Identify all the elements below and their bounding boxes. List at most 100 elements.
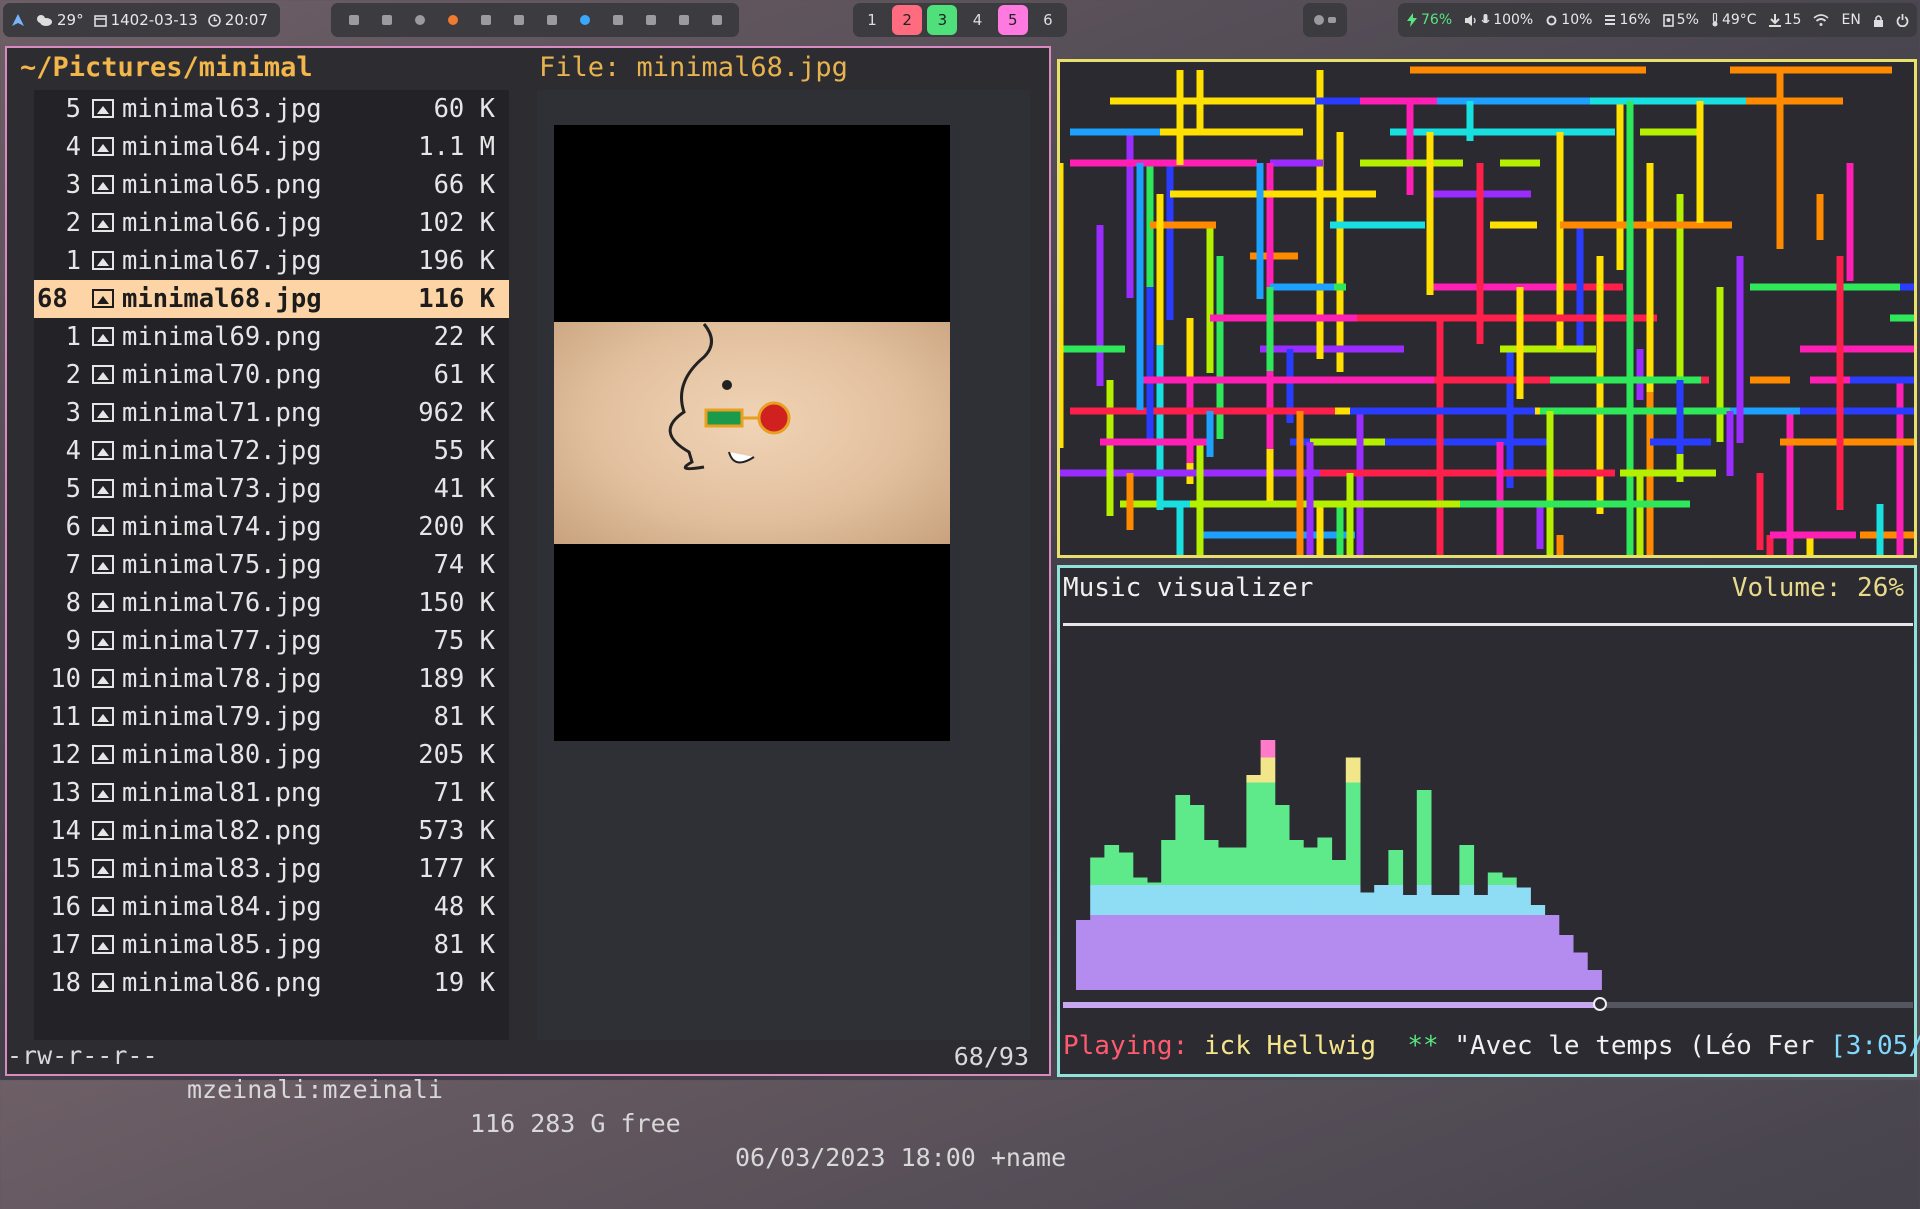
file-row[interactable]: 17 minimal85.jpg 81 K [34, 926, 509, 964]
taskbar-apps [331, 3, 739, 37]
playing-title: "Avec le temps (Léo Fer [1454, 1031, 1815, 1061]
file-size: 177 K [418, 854, 495, 884]
volume-module[interactable]: 100% [1464, 12, 1533, 28]
app-icon[interactable] [645, 15, 656, 25]
file-row[interactable]: 15 minimal83.jpg 177 K [34, 850, 509, 888]
spectrum-bar [1317, 915, 1333, 990]
spectrum-bar [1331, 915, 1347, 990]
file-row[interactable]: 4 minimal64.jpg 1.1 M [34, 128, 509, 166]
spectrum-bar [1232, 885, 1247, 915]
file-row[interactable]: 1 minimal69.png 22 K [34, 318, 509, 356]
language-indicator[interactable]: EN [1842, 12, 1861, 28]
updates-module[interactable]: 15 [1768, 12, 1801, 28]
progress-knob[interactable] [1592, 997, 1607, 1011]
spectrum-bar [1218, 847, 1233, 885]
file-row[interactable]: 12 minimal80.jpg 205 K [34, 736, 509, 774]
app-icon[interactable] [480, 15, 491, 25]
line-number: 9 [65, 626, 81, 656]
file-row[interactable]: 14 minimal82.png 573 K [34, 812, 509, 850]
app-icon[interactable] [711, 15, 722, 25]
file-row[interactable]: 16 minimal84.jpg 48 K [34, 888, 509, 926]
spectrum-bar [1303, 847, 1318, 885]
clock-widget[interactable]: 20:07 [207, 11, 269, 29]
spectrum-bar [1445, 915, 1460, 990]
playback-progress[interactable] [1063, 997, 1913, 1011]
date-widget[interactable]: 1402-03-13 [93, 11, 198, 29]
pipes-terminal-window[interactable] [1057, 59, 1917, 558]
file-row[interactable]: 4 minimal72.jpg 55 K [34, 432, 509, 470]
spectrum-bar [1090, 915, 1105, 990]
file-row[interactable]: 3 minimal71.png 962 K [34, 394, 509, 432]
app-icon[interactable] [513, 15, 524, 25]
file-row[interactable]: 2 minimal66.jpg 102 K [34, 204, 509, 242]
file-size: 962 K [418, 398, 495, 428]
file-row[interactable]: 1 minimal67.jpg 196 K [34, 242, 509, 280]
workspace-4[interactable]: 4 [963, 5, 993, 35]
spectrum-bar [1246, 885, 1262, 915]
file-row[interactable]: 10 minimal78.jpg 189 K [34, 660, 509, 698]
app-icon[interactable] [612, 15, 623, 25]
memory-module[interactable]: 16% [1604, 12, 1651, 28]
image-file-icon [92, 289, 114, 308]
file-name: minimal70.png [122, 360, 322, 390]
app-icon[interactable] [381, 15, 392, 25]
spectrum-bar [1218, 885, 1233, 915]
tray-app-icon[interactable] [1314, 15, 1324, 25]
line-number: 7 [65, 550, 81, 580]
firefox-icon[interactable] [447, 15, 458, 25]
disk-module[interactable]: 5% [1662, 12, 1699, 28]
weather-widget[interactable]: 29° [35, 11, 84, 29]
volume-indicator: Volume: 26% [1731, 573, 1904, 603]
workspace-2[interactable]: 2 [892, 5, 923, 35]
eye-icon[interactable] [579, 15, 590, 25]
file-name: minimal85.jpg [122, 930, 322, 960]
line-number: 3 [65, 170, 81, 200]
spectrum-bar [1175, 885, 1191, 915]
workspace-6[interactable]: 6 [1033, 5, 1063, 35]
volume-text: 100% [1493, 12, 1534, 28]
app-icon[interactable] [678, 15, 689, 25]
time-text: 20:07 [224, 11, 269, 29]
file-row[interactable]: 9 minimal77.jpg 75 K [34, 622, 509, 660]
workspace-1[interactable]: 1 [857, 5, 887, 35]
tray-eye-icon[interactable] [1328, 17, 1336, 23]
file-row-selected[interactable]: 68 minimal68.jpg 116 K [34, 280, 509, 318]
music-visualizer-window[interactable]: Music visualizer Volume: 26% Playing: ic… [1057, 565, 1920, 1077]
brightness-module[interactable]: 10% [1545, 12, 1592, 28]
file-manager-window[interactable]: ~/Pictures/minimal File: minimal68.jpg 5… [5, 46, 1066, 1172]
file-name: minimal78.jpg [122, 664, 322, 694]
lock-icon[interactable] [1873, 14, 1884, 27]
file-size: 60 K [433, 94, 495, 124]
wifi-icon[interactable] [1813, 14, 1830, 26]
spectrum-bar [1360, 915, 1375, 990]
file-name: minimal69.png [122, 322, 322, 352]
battery-module[interactable]: 76% [1406, 12, 1452, 28]
workspace-3[interactable]: 3 [927, 5, 958, 35]
file-row[interactable]: 13 minimal81.png 71 K [34, 774, 509, 812]
file-row[interactable]: 7 minimal75.jpg 74 K [34, 546, 509, 584]
app-icon[interactable] [414, 15, 425, 25]
arch-logo-icon[interactable] [11, 13, 25, 27]
line-number: 2 [65, 360, 81, 390]
file-row[interactable]: 6 minimal74.jpg 200 K [34, 508, 509, 546]
app-icon[interactable] [546, 15, 557, 25]
file-name: minimal82.png [122, 816, 322, 846]
file-row[interactable]: 5 minimal63.jpg 60 K [34, 90, 509, 128]
line-number: 15 [50, 854, 81, 884]
image-file-icon [92, 441, 114, 460]
clock-icon [207, 13, 221, 27]
file-row[interactable]: 5 minimal73.jpg 41 K [34, 470, 509, 508]
app-icon[interactable] [348, 15, 359, 25]
spectrum-bar [1232, 915, 1247, 990]
file-size: 1.1 M [418, 132, 495, 162]
file-list[interactable]: 5 minimal63.jpg 60 K 4 minimal64.jpg 1.1 M 3 mi… [34, 90, 509, 1040]
file-row[interactable]: 2 minimal70.png 61 K [34, 356, 509, 394]
power-icon[interactable] [1896, 13, 1909, 27]
file-row[interactable]: 3 minimal65.png 66 K [34, 166, 509, 204]
image-file-icon [92, 669, 114, 688]
temperature-module[interactable]: 49°C [1711, 12, 1757, 28]
file-row[interactable]: 18 minimal86.png 19 K [34, 964, 509, 1002]
workspace-5[interactable]: 5 [997, 5, 1028, 35]
file-row[interactable]: 11 minimal79.jpg 81 K [34, 698, 509, 736]
file-row[interactable]: 8 minimal76.jpg 150 K [34, 584, 509, 622]
